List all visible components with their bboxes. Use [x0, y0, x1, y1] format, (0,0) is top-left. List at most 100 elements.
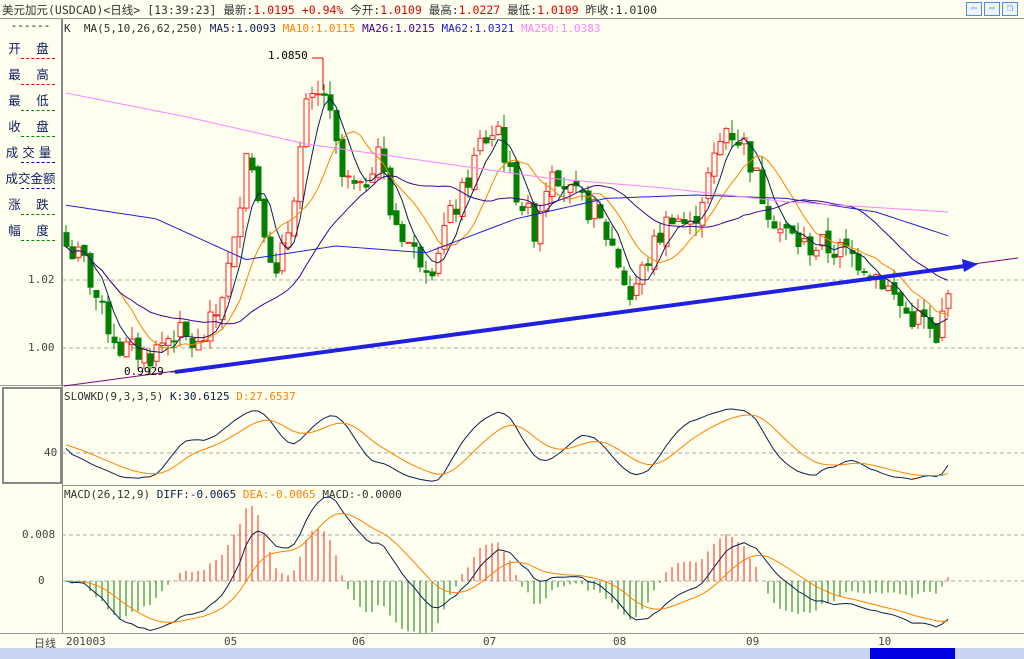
candle-body [795, 232, 802, 247]
legend-ma250: MA250:1.0383 [521, 22, 601, 35]
candle-body [303, 98, 310, 148]
candle-body [261, 198, 268, 238]
candle-body [399, 224, 406, 243]
trend-line[interactable] [174, 264, 966, 374]
date-axis: 日线 201003 05 06 07 08 09 10 [0, 633, 1024, 650]
high-annotation: 1.0850 [268, 49, 308, 62]
candle-body [417, 246, 424, 268]
candle-body [135, 337, 142, 360]
candle-body [519, 206, 526, 211]
candle-body [327, 94, 334, 111]
candle-body [447, 205, 454, 223]
date-tick: 10 [878, 635, 892, 648]
candle-body [861, 271, 868, 274]
legend-ma5: MA5:1.0093 [209, 22, 276, 35]
candle-body [813, 249, 820, 257]
candle-body [153, 344, 160, 362]
candle-body [213, 314, 220, 317]
candle-body [525, 202, 532, 208]
candle-body [669, 217, 676, 225]
date-tick: 06 [352, 635, 366, 648]
candle-body [165, 338, 172, 346]
candle-body [615, 248, 622, 268]
status-bar [0, 648, 1024, 659]
kd-tick-40: 40 [44, 446, 58, 459]
candle-body [75, 246, 82, 259]
low-annotation: 0.9929 [124, 365, 164, 378]
candle-body [801, 238, 808, 243]
candle-body [831, 253, 838, 258]
candle-body [315, 93, 322, 96]
kd-k-value: K:30.6125 [169, 390, 230, 403]
main-legend: K MA(5,10,26,62,250) MA5:1.0093 MA10:1.0… [64, 22, 601, 35]
candle-body [753, 167, 760, 171]
kd-k-line [65, 408, 949, 482]
candle-body [99, 300, 106, 303]
kd-params: SLOWKD(9,3,3,5) [64, 390, 164, 403]
candle-body [771, 221, 778, 229]
candle-body [117, 341, 124, 356]
candle-body [543, 190, 550, 212]
candle-body [279, 242, 286, 272]
candle-body [933, 323, 940, 343]
candle-body [723, 127, 730, 144]
date-tick: 08 [613, 635, 627, 648]
candle-body [285, 232, 292, 248]
candle-body [651, 235, 658, 270]
chart-canvas[interactable] [0, 0, 1024, 659]
candle-body [423, 270, 430, 273]
candle-body [87, 253, 94, 288]
candle-body [363, 184, 370, 188]
candle-body [231, 236, 238, 268]
candle-body [339, 138, 346, 178]
candle-body [747, 141, 754, 173]
candle-body [621, 270, 628, 286]
candle-body [93, 290, 100, 298]
candle-body [243, 153, 250, 209]
trend-arrow-icon [962, 259, 978, 272]
candle-body [531, 203, 538, 242]
candle-body [855, 253, 862, 271]
macd-dea: DEA:-0.0065 [242, 488, 316, 501]
legend-ma62: MA62:1.0321 [441, 22, 515, 35]
date-tick: 05 [224, 635, 238, 648]
candle-body [879, 278, 886, 290]
candle-body [435, 252, 442, 274]
candle-body [711, 152, 718, 177]
candle-body [633, 283, 640, 296]
date-tick: 09 [746, 635, 760, 648]
legend-ma-params: MA(5,10,26,62,250) [83, 22, 204, 35]
candle-body [945, 293, 952, 309]
date-tick: 201003 [66, 635, 106, 648]
candle-body [111, 336, 118, 344]
status-indicator [870, 648, 955, 659]
candle-body [783, 224, 790, 229]
candle-body [189, 338, 196, 349]
candle-body [405, 241, 412, 244]
price-tick-1.02: 1.02 [28, 273, 55, 286]
macd-value: MACD:-0.0000 [322, 488, 402, 501]
candle-body [609, 238, 616, 246]
candle-body [411, 242, 418, 247]
candle-body [675, 218, 682, 222]
candle-body [645, 263, 652, 266]
candle-body [507, 162, 514, 167]
candle-body [909, 311, 916, 327]
candle-body [477, 137, 484, 152]
candle-body [765, 205, 772, 220]
candle-body [483, 137, 490, 144]
candle-body [903, 307, 910, 314]
macd-legend: MACD(26,12,9) DIFF:-0.0065 DEA:-0.0065 M… [64, 488, 402, 501]
candle-body [183, 321, 190, 337]
candle-body [375, 146, 382, 178]
macd-params: MACD(26,12,9) [64, 488, 151, 501]
candle-body [777, 228, 784, 234]
candle-body [591, 199, 598, 220]
candle-body [351, 180, 358, 184]
candle-body [123, 341, 130, 358]
candle-body [171, 340, 178, 343]
candle-body [915, 310, 922, 325]
kd-d-line [65, 414, 949, 477]
candle-body [627, 286, 634, 300]
candle-body [297, 146, 304, 203]
